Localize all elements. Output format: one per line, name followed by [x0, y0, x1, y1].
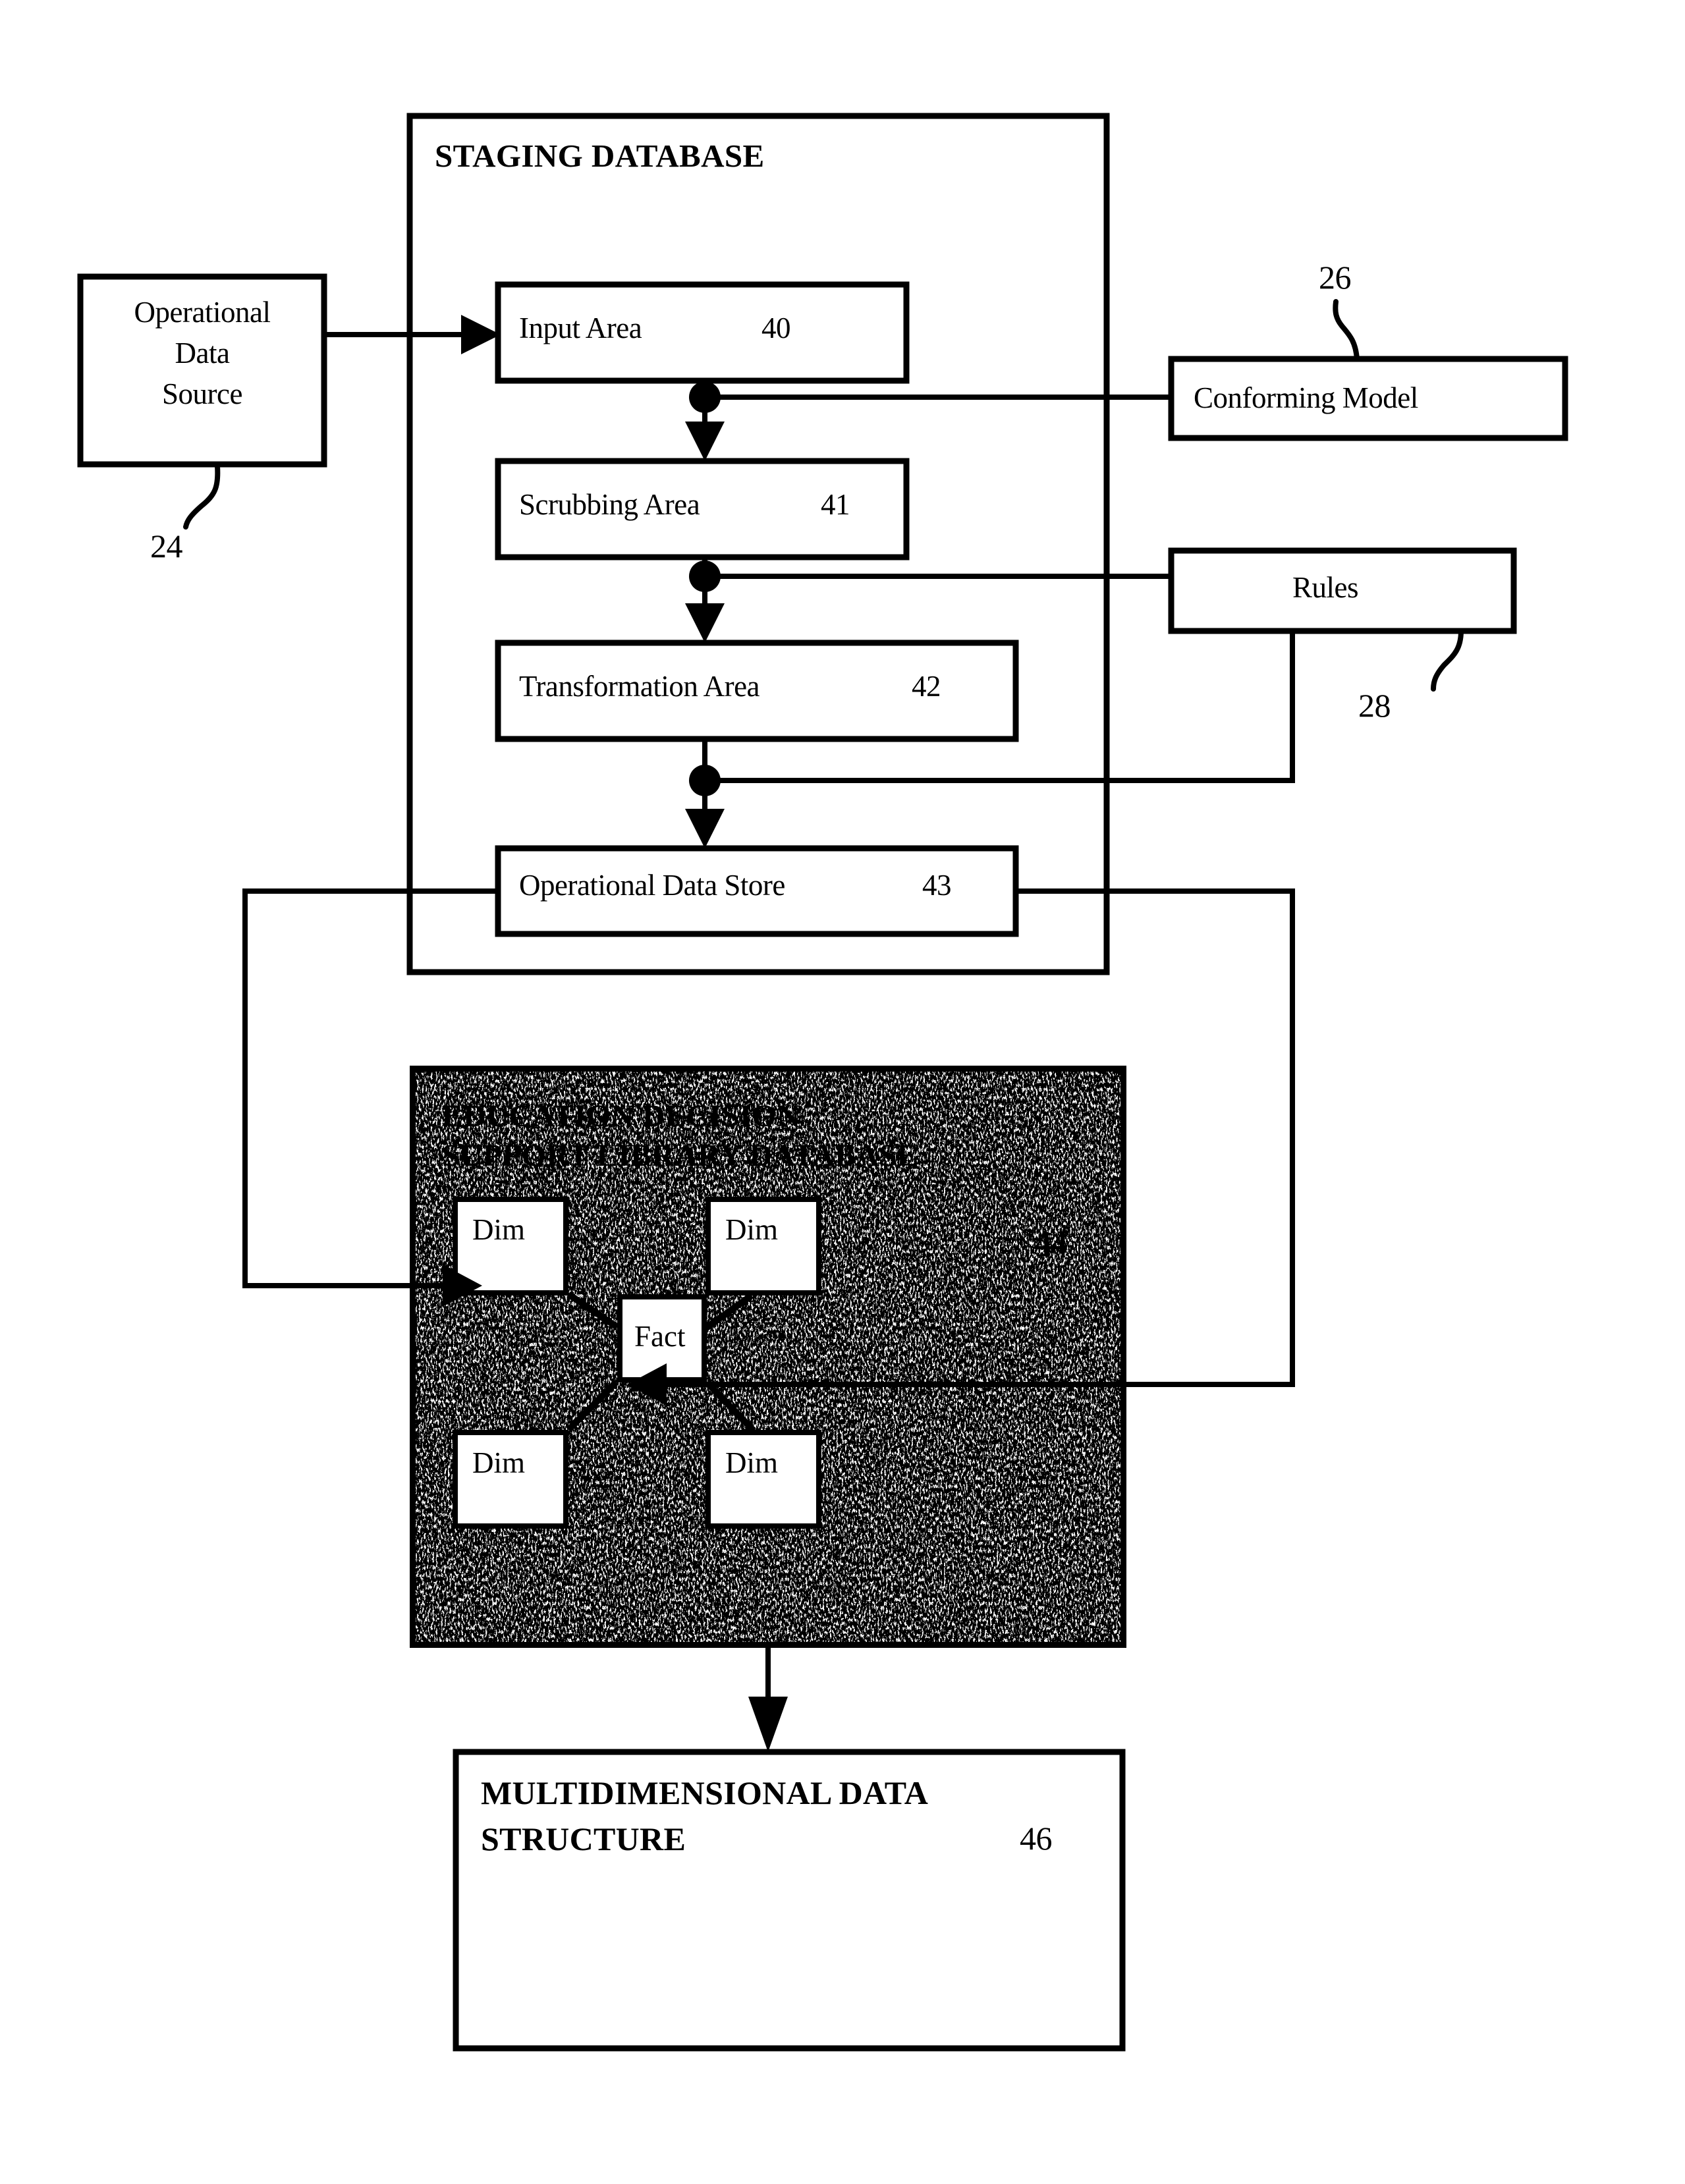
arrowhead-ods-to-fact: [627, 1363, 667, 1406]
operational-data-source-label-line1: Operational: [134, 296, 271, 329]
arrowhead-ods-to-dim: [443, 1265, 482, 1307]
transformation-area-label: Transformation Area: [519, 670, 760, 703]
leader-line-28: [1431, 628, 1464, 692]
rules-ref-number: 28: [1358, 687, 1391, 724]
path-ods-to-dim: [242, 888, 501, 1288]
staging-database-title: STAGING DATABASE: [435, 138, 765, 174]
scrubbing-area-label: Scrubbing Area: [519, 488, 700, 521]
operational-data-store-ref-number: 43: [922, 869, 952, 902]
arrowhead-source-to-input: [461, 315, 501, 354]
conforming-model-ref-number: 26: [1319, 259, 1352, 296]
leader-line-24: [183, 464, 221, 530]
leader-line-26: [1333, 299, 1360, 362]
path-ods-to-fact: [664, 888, 1295, 1387]
operational-data-source-label-line3: Source: [162, 377, 242, 410]
rules-label: Rules: [1292, 571, 1359, 604]
arrowhead-input-to-scrubbing: [685, 422, 725, 461]
arrowhead-library-to-mds: [748, 1697, 788, 1752]
multidimensional-ref-number: 46: [1020, 1820, 1053, 1857]
operational-data-source-label-line2: Data: [175, 337, 230, 369]
input-area-label: Input Area: [519, 312, 642, 344]
operational-data-store-label: Operational Data Store: [519, 869, 785, 902]
arrowhead-transformation-to-ods: [685, 809, 725, 848]
source-ref-number: 24: [150, 528, 183, 564]
arrowhead-scrubbing-to-transformation: [685, 603, 725, 643]
multidimensional-title-line1: MULTIDIMENSIONAL DATA: [481, 1774, 929, 1811]
transformation-area-ref-number: 42: [912, 670, 941, 703]
patent-figure: EDUCATION DECISION SUPPORT LIBRARY DATAB…: [0, 0, 1685, 2184]
input-area-ref-number: 40: [761, 312, 791, 344]
scrubbing-area-ref-number: 41: [821, 488, 850, 521]
conforming-model-label: Conforming Model: [1194, 381, 1418, 414]
multidimensional-title-line2: STRUCTURE: [481, 1820, 686, 1857]
